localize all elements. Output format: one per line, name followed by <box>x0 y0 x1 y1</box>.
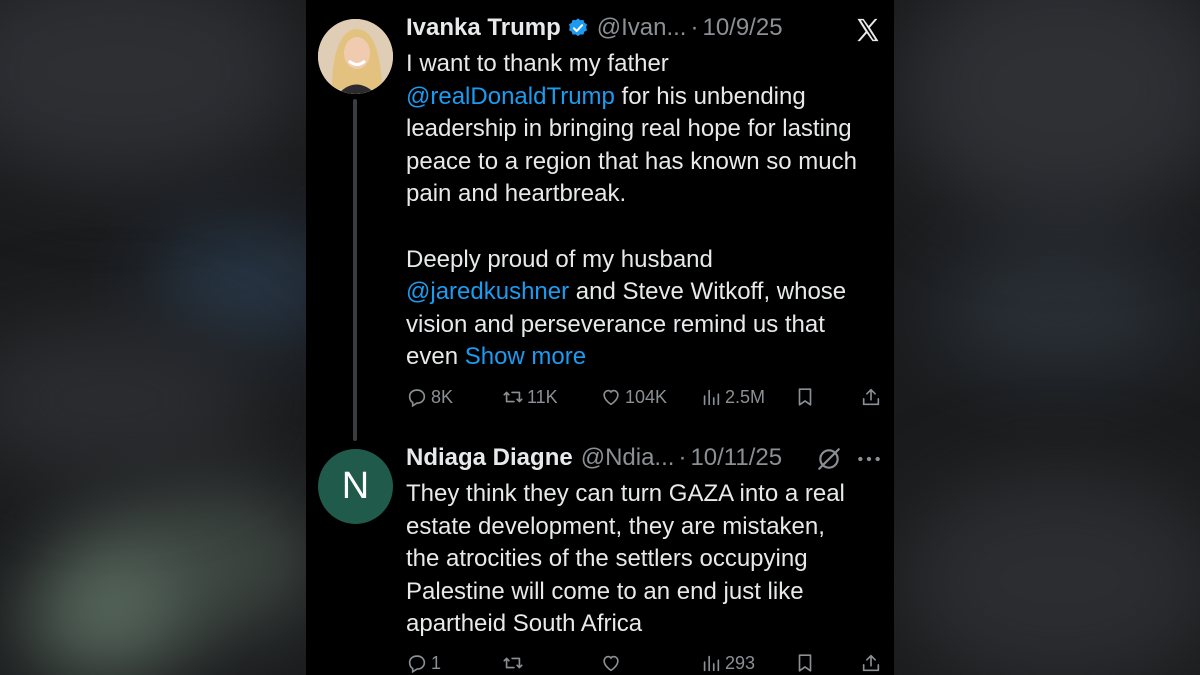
tweet-text: I want to thank my father @realDonaldTru… <box>406 48 890 374</box>
reply-actions: 1 293 <box>406 652 888 675</box>
text-line: vision and perseverance remind us that <box>406 310 825 338</box>
text-line: pain and heartbreak. <box>406 180 627 208</box>
share-icon <box>862 654 880 672</box>
repost-count: 11K <box>527 386 558 407</box>
avatar[interactable] <box>318 19 393 94</box>
more-icon[interactable] <box>856 446 882 472</box>
avatar-letter: N <box>341 465 370 507</box>
author-handle[interactable]: @Ivan... <box>597 14 687 42</box>
tweet-actions: 8K 11K 104K 2.5M <box>406 386 888 414</box>
view-count: 2.5M <box>725 386 766 407</box>
reply-count: 8K <box>431 386 454 407</box>
text-line: Deeply proud of my husband <box>406 245 713 273</box>
show-more-link[interactable]: Show more <box>465 343 586 370</box>
reply-button[interactable]: 8K <box>406 386 453 408</box>
text-line: estate development, they are mistaken, <box>406 512 825 540</box>
mention-link[interactable]: @realDonaldTrump <box>406 83 615 110</box>
thread-line <box>353 99 357 441</box>
text-line: Palestine will come to an end just like <box>406 577 804 605</box>
reply-icon <box>408 389 426 408</box>
views-button[interactable]: 293 <box>700 652 755 674</box>
bookmark-icon <box>798 388 812 406</box>
tweet-thread-card: Ivanka Trump @Ivan... · 10/9/25 I want t… <box>306 0 894 675</box>
author-name[interactable]: Ndiaga Diagne <box>406 444 573 472</box>
views-button[interactable]: 2.5M <box>700 386 765 408</box>
tweet-date[interactable]: 10/11/25 <box>690 444 782 472</box>
reply-text: They think they can turn GAZA into a rea… <box>406 478 890 641</box>
share-button[interactable] <box>860 652 885 674</box>
bookmark-button[interactable] <box>794 386 819 408</box>
reply-button[interactable]: 1 <box>406 652 441 674</box>
verified-badge-icon <box>568 18 587 37</box>
x-logo-icon[interactable] <box>854 16 882 44</box>
reply-icon <box>408 655 426 674</box>
heart-icon <box>603 655 619 672</box>
text-line: and Steve Witkoff, whose <box>569 278 847 306</box>
separator-dot: · <box>678 444 687 471</box>
repost-button[interactable]: 11K <box>502 386 558 408</box>
like-count: 104K <box>625 386 668 407</box>
views-icon <box>703 655 720 672</box>
tweet-header: Ivanka Trump @Ivan... · 10/9/25 <box>406 14 783 42</box>
text-line: I want to thank my father <box>406 50 669 77</box>
text-line: leadership in bringing real hope for las… <box>406 115 852 143</box>
reply-count: 1 <box>431 652 442 673</box>
repost-icon <box>503 657 523 669</box>
text-line: peace to a region that has known so much <box>406 147 857 175</box>
repost-icon <box>503 391 523 403</box>
tweet-date[interactable]: 10/9/25 <box>702 14 782 42</box>
heart-icon <box>603 389 619 406</box>
text-line: apartheid South Africa <box>406 610 643 638</box>
text-line: the atrocities of the settlers occupying <box>406 545 808 573</box>
share-icon <box>862 388 880 406</box>
separator-dot: · <box>690 14 699 41</box>
repost-button[interactable] <box>502 652 527 674</box>
reply-header: Ndiaga Diagne @Ndia... · 10/11/25 <box>406 444 782 472</box>
view-count: 293 <box>725 652 756 673</box>
grok-icon[interactable] <box>816 446 842 472</box>
text-line: They think they can turn GAZA into a rea… <box>406 480 845 507</box>
share-button[interactable] <box>860 386 885 408</box>
bookmark-icon <box>798 654 812 672</box>
text-line: for his unbending <box>614 82 806 110</box>
like-button[interactable]: 104K <box>600 386 667 408</box>
views-icon <box>703 389 720 406</box>
text-line: even <box>406 343 465 371</box>
author-handle[interactable]: @Ndia... <box>581 444 675 472</box>
mention-link[interactable]: @jaredkushner <box>406 278 569 305</box>
avatar[interactable]: N <box>318 449 393 524</box>
author-name[interactable]: Ivanka Trump <box>406 14 561 42</box>
like-button[interactable] <box>600 652 625 674</box>
bookmark-button[interactable] <box>794 652 819 674</box>
